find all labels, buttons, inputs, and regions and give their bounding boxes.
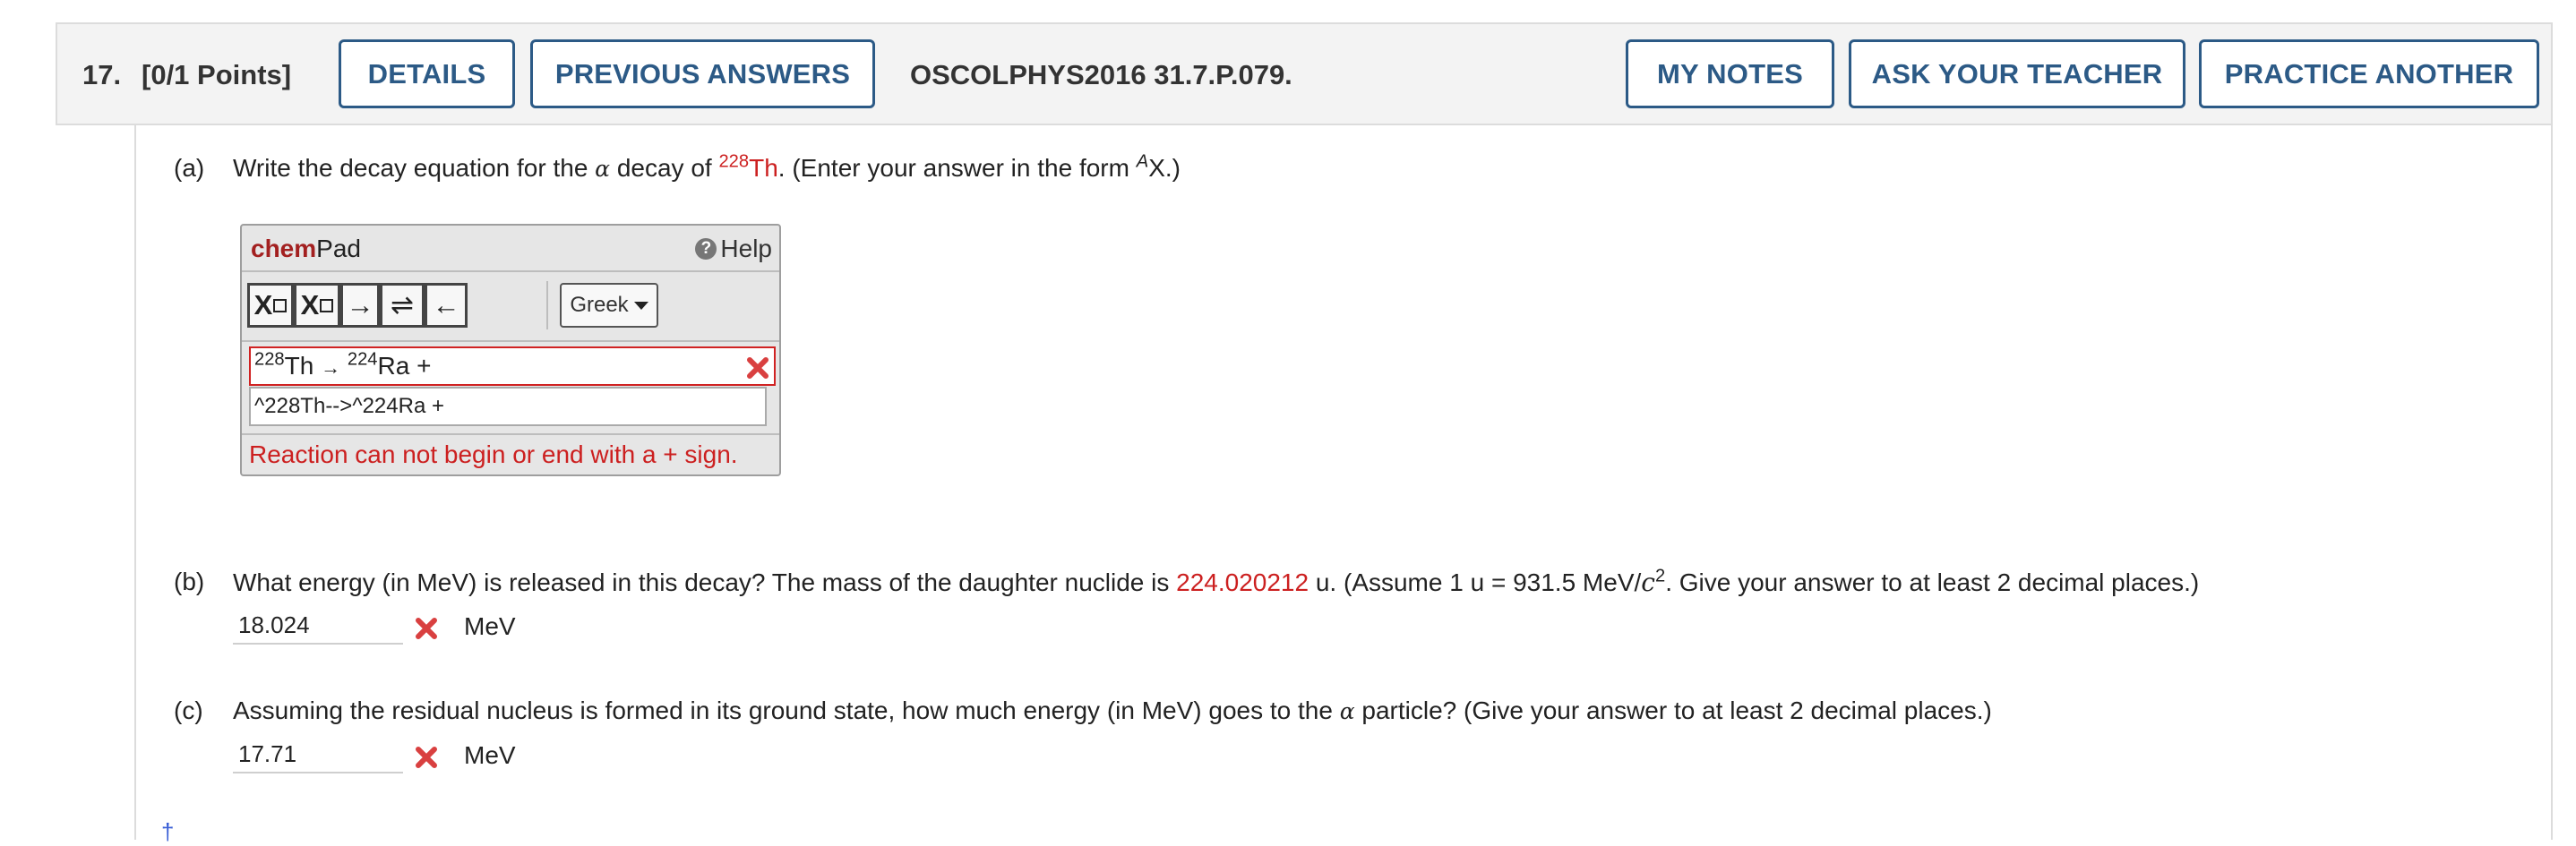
question-code: OSCOLPHYS2016 31.7.P.079. xyxy=(910,59,1292,90)
question-points: [0/1 Points] xyxy=(142,59,292,90)
equilibrium-arrow-tool-button[interactable]: ⇌ xyxy=(380,283,425,328)
greek-dropdown[interactable]: Greek xyxy=(560,283,658,328)
part-c-label: (c) xyxy=(174,696,203,724)
chempad-title: chemPad xyxy=(251,235,361,262)
chemical-equation-input[interactable]: ^228Th-->^224Ra + xyxy=(249,387,767,426)
rendered-equation: 228Th → 224Ra + xyxy=(249,346,776,386)
question-number: 17. xyxy=(82,59,122,90)
toolbar-separator xyxy=(546,281,548,329)
superscript-tool-button[interactable]: X xyxy=(294,283,340,328)
left-arrow-tool-button[interactable]: ← xyxy=(425,283,468,328)
incorrect-x-icon xyxy=(747,357,769,379)
part-b-answer-input[interactable]: 18.024 xyxy=(233,607,403,645)
incorrect-x-icon xyxy=(416,618,437,639)
part-c-unit: MeV xyxy=(464,741,516,769)
my-notes-button[interactable]: MY NOTES xyxy=(1626,39,1834,108)
footnote-dagger: † xyxy=(161,818,175,845)
alpha-symbol: α xyxy=(1339,698,1355,724)
incorrect-x-icon xyxy=(416,747,437,768)
question-circle-icon: ? xyxy=(695,238,717,260)
subscript-tool-button[interactable]: X xyxy=(247,283,294,328)
divider xyxy=(242,433,779,435)
part-b-label: (b) xyxy=(174,568,205,595)
part-c-answer-input[interactable]: 17.71 xyxy=(233,736,403,773)
details-button[interactable]: DETAILS xyxy=(339,39,515,108)
right-arrow-tool-button[interactable]: → xyxy=(340,283,380,328)
part-a-question: Write the decay equation for the α decay… xyxy=(233,151,1181,182)
divider xyxy=(242,270,779,272)
thorium-nuclide: 228Th xyxy=(718,151,778,182)
error-message: Reaction can not begin or end with a + s… xyxy=(249,440,738,468)
part-b-question: What energy (in MeV) is released in this… xyxy=(233,566,2200,597)
ask-your-teacher-button[interactable]: ASK YOUR TEACHER xyxy=(1849,39,2185,108)
chempad-widget: chemPad ? Help X X → ⇌ ← Greek 228Th → 2… xyxy=(240,224,781,476)
chempad-help-link[interactable]: ? Help xyxy=(695,235,772,263)
daughter-mass-value: 224.020212 xyxy=(1176,568,1309,596)
part-b-unit: MeV xyxy=(464,612,516,640)
practice-another-button[interactable]: PRACTICE ANOTHER xyxy=(2199,39,2539,108)
question-page: 17. [0/1 Points] DETAILS PREVIOUS ANSWER… xyxy=(0,0,2576,845)
part-c-question: Assuming the residual nucleus is formed … xyxy=(233,696,1992,724)
alpha-symbol: α xyxy=(595,156,611,182)
previous-answers-button[interactable]: PREVIOUS ANSWERS xyxy=(530,39,875,108)
part-a-label: (a) xyxy=(174,154,205,182)
divider xyxy=(242,340,779,342)
caret-down-icon xyxy=(633,301,648,310)
